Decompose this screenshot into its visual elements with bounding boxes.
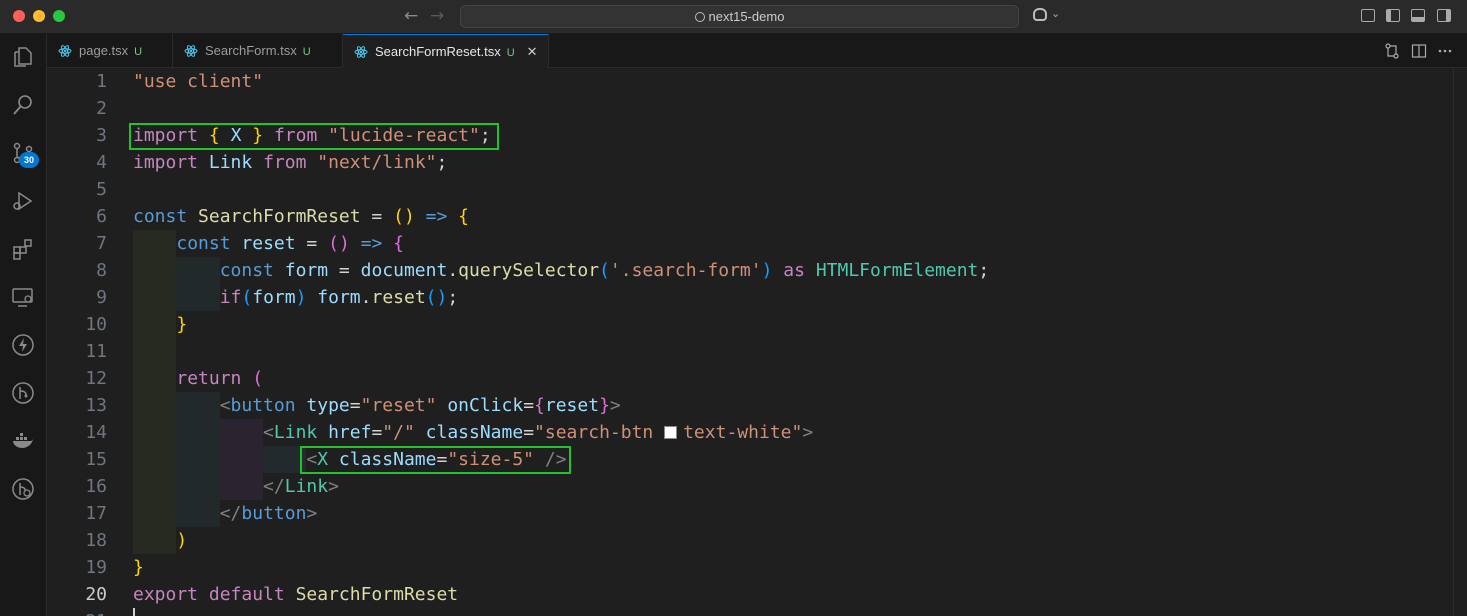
code-line[interactable]: <Link href="/" className="search-btn tex… (133, 419, 813, 446)
code-line[interactable]: } (133, 554, 144, 581)
editor-scrollbar[interactable] (1453, 68, 1467, 616)
highlight-box-x-component (300, 446, 571, 474)
line-number: 19 (85, 557, 107, 578)
code-line[interactable]: <button type="reset" onClick={reset}> (133, 392, 621, 419)
line-number: 18 (85, 530, 107, 551)
line-number: 7 (96, 233, 107, 254)
line-number: 17 (85, 503, 107, 524)
line-number: 16 (85, 476, 107, 497)
line-number: 8 (96, 260, 107, 281)
run-debug-icon[interactable] (0, 180, 47, 224)
line-number: 6 (96, 206, 107, 227)
react-file-icon (184, 45, 198, 57)
tab-page-tsx[interactable]: page.tsx U (47, 34, 173, 68)
extensions-icon[interactable] (0, 228, 47, 272)
code-line[interactable]: export default SearchFormReset (133, 581, 458, 608)
tab-label: SearchForm.tsx (205, 43, 297, 58)
code-line[interactable]: const form = document.querySelector('.se… (133, 257, 990, 284)
close-tab-icon[interactable]: ✕ (527, 45, 538, 60)
source-control-badge: 30 (19, 152, 39, 168)
toggle-secondary-sidebar-icon[interactable] (1437, 9, 1451, 22)
git-graph-icon[interactable] (0, 372, 47, 416)
docker-icon[interactable] (0, 420, 47, 464)
explorer-icon[interactable] (0, 36, 47, 80)
line-number: 4 (96, 152, 107, 173)
text-cursor (133, 608, 135, 616)
workspace-name: next15-demo (708, 9, 785, 24)
forward-arrow-icon[interactable]: → (430, 6, 444, 26)
search-icon[interactable] (0, 84, 47, 128)
line-number: 11 (85, 341, 107, 362)
line-number: 1 (96, 71, 107, 92)
line-number: 5 (96, 179, 107, 200)
customize-layout-icon[interactable] (1361, 9, 1375, 22)
line-number: 14 (85, 422, 107, 443)
command-center-search[interactable]: next15-demo (460, 5, 1019, 28)
toggle-primary-sidebar-icon[interactable] (1386, 9, 1400, 22)
line-number: 3 (96, 125, 107, 146)
split-editor-icon[interactable] (1411, 43, 1427, 59)
code-line[interactable]: </button> (133, 500, 318, 527)
color-swatch[interactable] (664, 426, 678, 439)
react-file-icon (354, 46, 368, 58)
code-line[interactable]: </Link> (133, 473, 339, 500)
code-line[interactable]: } (133, 311, 187, 338)
untracked-marker: U (134, 46, 143, 58)
chevron-down-icon[interactable]: ⌄ (1051, 7, 1060, 20)
tab-searchformreset-tsx[interactable]: SearchFormReset.tsx U ✕ (343, 34, 549, 68)
toggle-panel-icon[interactable] (1411, 9, 1425, 22)
line-number: 13 (85, 395, 107, 416)
tab-label: page.tsx (79, 43, 129, 58)
search-icon (694, 12, 705, 22)
remote-explorer-icon[interactable] (0, 276, 47, 320)
untracked-marker: U (506, 47, 515, 59)
line-number: 10 (85, 314, 107, 335)
code-line[interactable]: import Link from "next/link"; (133, 149, 447, 176)
copilot-icon[interactable] (1033, 8, 1047, 21)
code-line[interactable]: "use client" (133, 68, 263, 95)
lightning-icon[interactable] (0, 324, 47, 368)
back-arrow-icon[interactable]: ← (404, 6, 418, 26)
line-number: 15 (85, 449, 107, 470)
line-number: 9 (96, 287, 107, 308)
activity-bar: 30 (0, 34, 47, 616)
untracked-marker: U (302, 46, 311, 58)
code-editor[interactable]: 1 2 3 4 5 6 7 8 9 10 11 12 13 14 15 16 1… (47, 68, 1467, 616)
line-number: 20 (85, 584, 107, 605)
line-number: 2 (96, 98, 107, 119)
maximize-window-button[interactable] (53, 10, 65, 22)
more-actions-icon[interactable] (1437, 43, 1453, 59)
line-number: 21 (47, 608, 107, 616)
open-changes-icon[interactable] (1384, 43, 1400, 59)
line-number: 12 (85, 368, 107, 389)
tab-label: SearchFormReset.tsx (375, 44, 501, 59)
close-window-button[interactable] (13, 10, 25, 22)
minimize-window-button[interactable] (33, 10, 45, 22)
code-line[interactable]: return ( (133, 365, 263, 392)
code-line[interactable]: if(form) form.reset(); (133, 284, 459, 311)
react-file-icon (58, 45, 72, 57)
code-line[interactable]: const reset = () => { (133, 230, 404, 257)
code-line[interactable]: ) (133, 527, 187, 554)
editor-tab-bar: page.tsx U SearchForm.tsx U SearchFormRese… (47, 34, 1467, 68)
tab-searchform-tsx[interactable]: SearchForm.tsx U (173, 34, 343, 68)
code-line[interactable]: const SearchFormReset = () => { (133, 203, 469, 230)
source-control-gear-icon[interactable] (0, 468, 47, 512)
title-bar: ← → next15-demo ⌄ (0, 0, 1467, 34)
highlight-box-import (129, 123, 499, 150)
